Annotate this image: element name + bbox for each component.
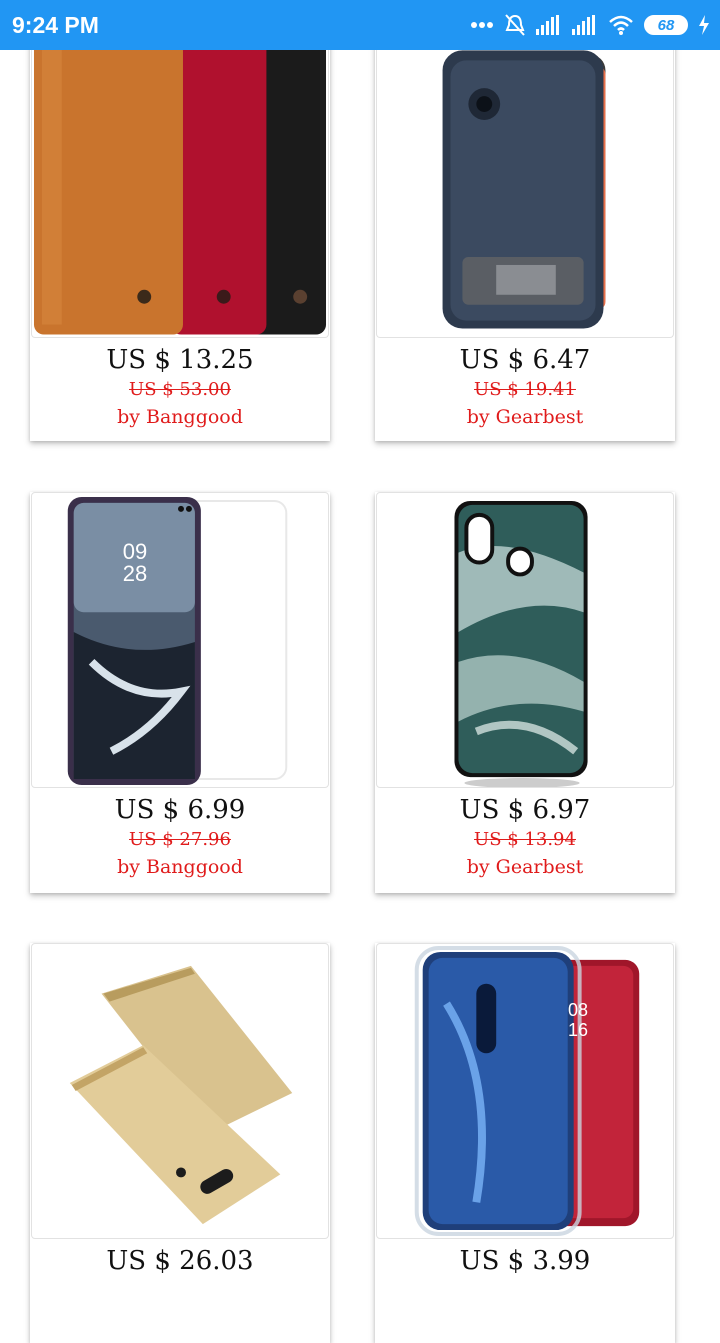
gold-flip-case-image xyxy=(69,965,293,1225)
more-dots-icon xyxy=(471,22,493,28)
charging-icon xyxy=(699,15,709,35)
clock-minutes: 28 xyxy=(122,561,148,586)
product-image[interactable] xyxy=(31,943,329,1239)
price: US $ 6.97 xyxy=(459,795,591,825)
price: US $ 6.99 xyxy=(114,795,246,825)
battery-icon: 68 xyxy=(644,15,688,35)
screen-protector-image xyxy=(67,496,288,786)
product-image[interactable] xyxy=(31,36,329,338)
clear-case-image xyxy=(414,945,640,1237)
status-time: 9:24 PM xyxy=(12,11,99,38)
seller-label: by Gearbest xyxy=(466,406,584,428)
price: US $ 26.03 xyxy=(106,1246,254,1276)
price: US $ 6.47 xyxy=(459,345,591,375)
clock-minutes: 16 xyxy=(567,1020,589,1040)
product-grid: US $ 13.25 US $ 53.00 by Banggood US $ 6… xyxy=(0,0,720,1343)
leather-cases-image xyxy=(33,36,327,335)
price: US $ 3.99 xyxy=(459,1246,591,1276)
original-price: US $ 27.96 xyxy=(129,829,231,850)
screen-clock: 09 28 xyxy=(110,541,160,585)
original-price: US $ 53.00 xyxy=(129,379,231,400)
seller-label: by Gearbest xyxy=(466,856,584,878)
clock-hours: 09 xyxy=(122,539,148,564)
screen-clock: 08 16 xyxy=(563,1000,593,1040)
product-image[interactable]: 09 28 xyxy=(31,492,329,788)
status-bar: 9:24 PM 68 xyxy=(0,0,720,50)
signal-icon xyxy=(536,15,559,35)
seller-label: by Banggood xyxy=(117,406,243,428)
seller-label: by Banggood xyxy=(117,856,243,878)
product-image[interactable] xyxy=(376,36,674,338)
product-card[interactable]: 08 16 US $ 3.99 xyxy=(375,943,675,1343)
signal-icon xyxy=(572,15,595,35)
mute-bell-icon xyxy=(505,14,525,36)
original-price: US $ 19.41 xyxy=(474,379,576,400)
ocean-case-image xyxy=(454,500,588,787)
product-card[interactable]: US $ 13.25 US $ 53.00 by Banggood xyxy=(30,36,330,441)
product-card[interactable]: US $ 26.03 xyxy=(30,943,330,1343)
product-image[interactable]: 08 16 xyxy=(376,943,674,1239)
product-card[interactable]: 09 28 US $ 6.99 US $ 27.96 by Banggood xyxy=(30,492,330,893)
original-price: US $ 13.94 xyxy=(474,829,576,850)
wifi-icon xyxy=(609,15,633,35)
status-icons: 68 xyxy=(470,13,710,37)
product-card[interactable]: US $ 6.47 US $ 19.41 by Gearbest xyxy=(375,36,675,441)
armor-case-image xyxy=(442,50,606,329)
product-card[interactable]: US $ 6.97 US $ 13.94 by Gearbest xyxy=(375,492,675,893)
price: US $ 13.25 xyxy=(106,345,254,375)
product-image[interactable] xyxy=(376,492,674,788)
clock-hours: 08 xyxy=(567,1000,589,1020)
